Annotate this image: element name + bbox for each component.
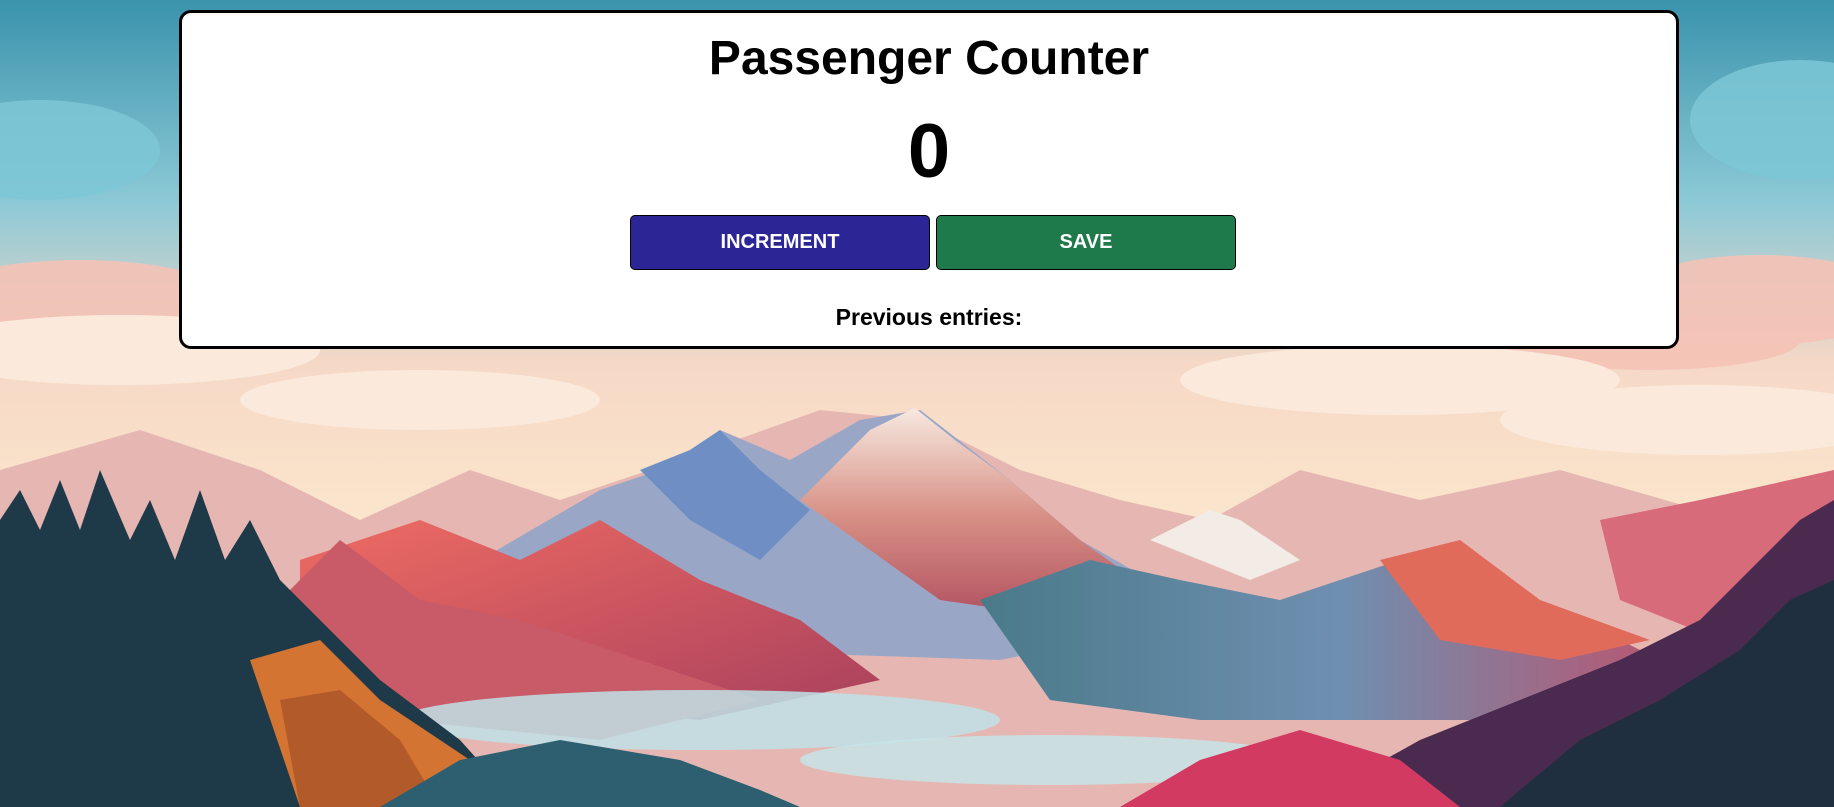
passenger-count: 0 bbox=[907, 109, 951, 194]
counter-card: Passenger Counter 0 INCREMENT SAVE Previ… bbox=[179, 10, 1679, 349]
page-title: Passenger Counter bbox=[708, 32, 1150, 85]
save-button[interactable]: SAVE bbox=[936, 215, 1236, 270]
increment-button[interactable]: INCREMENT bbox=[630, 215, 930, 270]
previous-entries-label: Previous entries: bbox=[835, 304, 1023, 330]
